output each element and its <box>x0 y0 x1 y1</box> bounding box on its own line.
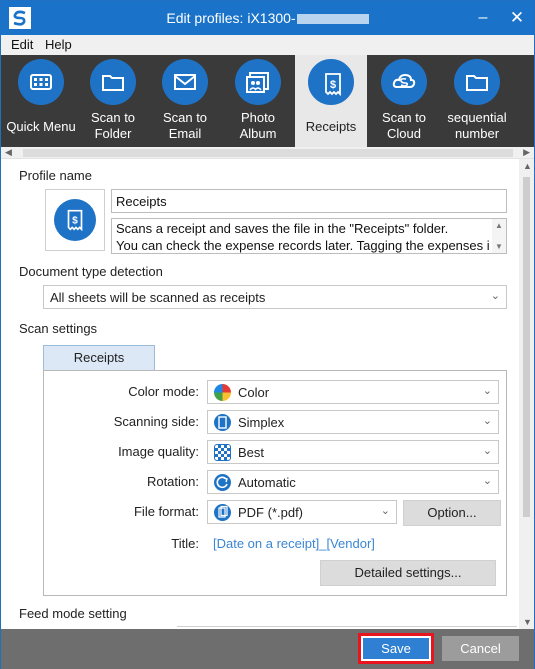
scroll-up-icon[interactable]: ▲ <box>495 221 503 230</box>
document-type-label: Document type detection <box>19 264 163 279</box>
profile-label: Scan to Cloud <box>381 110 427 141</box>
image-quality-value: Best <box>238 445 265 460</box>
profile-label: Receipts <box>305 119 357 134</box>
chevron-down-icon: ⌄ <box>482 445 492 457</box>
scanning-side-dropdown[interactable]: Simplex ⌄ <box>207 410 499 434</box>
document-type-value: All sheets will be scanned as receipts <box>50 290 266 305</box>
simplex-page-icon <box>214 414 231 431</box>
profile-name-label: Profile name <box>19 168 92 183</box>
chevron-down-icon: ⌄ <box>482 475 492 487</box>
receipt-icon: $ <box>308 59 354 105</box>
chevron-down-icon: ⌄ <box>490 290 500 302</box>
option-button[interactable]: Option... <box>403 500 501 526</box>
content-scrollbar[interactable]: ▲ ▼ <box>519 159 534 629</box>
cancel-button[interactable]: Cancel <box>442 636 519 661</box>
profile-quick-menu[interactable]: Quick Menu <box>5 55 77 147</box>
description-line: You can check the expense records later.… <box>116 238 490 253</box>
profile-label: Photo Album <box>239 110 277 141</box>
minimize-button[interactable]: – <box>469 5 497 31</box>
profile-scan-to-email[interactable]: Scan to Email <box>149 55 221 147</box>
scroll-down-icon[interactable]: ▼ <box>523 617 532 627</box>
title-format-link[interactable]: [Date on a receipt]_[Vendor] <box>213 536 375 551</box>
window-title-text: Edit profiles: iX1300- <box>166 10 296 26</box>
redacted-serial <box>296 14 369 25</box>
profile-label: Scan to Email <box>162 110 208 141</box>
save-button-highlight: Save <box>358 633 434 664</box>
profile-photo-album[interactable]: Photo Album <box>222 55 294 147</box>
photo-album-icon <box>235 59 281 105</box>
detailed-settings-button[interactable]: Detailed settings... <box>320 560 496 586</box>
scroll-down-icon[interactable]: ▼ <box>495 242 503 251</box>
feed-mode-label: Feed mode setting <box>19 606 127 621</box>
color-wheel-icon <box>214 384 231 401</box>
chevron-down-icon: ⌄ <box>482 385 492 397</box>
profile-receipts[interactable]: $ Receipts <box>295 55 367 147</box>
scanning-side-value: Simplex <box>238 415 285 430</box>
profile-label: Quick Menu <box>6 119 76 134</box>
close-button[interactable]: ✕ <box>503 5 531 31</box>
folder-icon <box>90 59 136 105</box>
quality-checker-icon <box>214 444 231 461</box>
profile-sequential-number[interactable]: sequential number <box>441 55 513 147</box>
image-quality-label: Image quality: <box>118 444 199 459</box>
rotate-icon <box>214 474 231 491</box>
file-format-label: File format: <box>133 504 199 519</box>
file-format-dropdown[interactable]: PDF (*.pdf) ⌄ <box>207 500 397 524</box>
image-quality-dropdown[interactable]: Best ⌄ <box>207 440 499 464</box>
tab-receipts[interactable]: Receipts <box>43 345 155 371</box>
rotation-label: Rotation: <box>146 474 199 489</box>
color-mode-label: Color mode: <box>128 384 199 399</box>
profile-description-field[interactable]: Scans a receipt and saves the file in th… <box>111 218 507 254</box>
profile-description-text: Scans a receipt and saves the file in th… <box>116 220 490 253</box>
scroll-left-icon[interactable]: ◀ <box>5 147 12 158</box>
grid-icon <box>18 59 64 105</box>
color-mode-dropdown[interactable]: Color ⌄ <box>207 380 499 404</box>
title-bar: Edit profiles: iX1300- – ✕ <box>1 1 534 35</box>
rotation-dropdown[interactable]: Automatic ⌄ <box>207 470 499 494</box>
cloud-icon <box>381 59 427 105</box>
profile-scan-to-folder[interactable]: Scan to Folder <box>77 55 149 147</box>
window-title: Edit profiles: iX1300- <box>1 10 534 26</box>
folder-icon <box>454 59 500 105</box>
scanning-side-label: Scanning side: <box>113 414 199 429</box>
pdf-file-icon <box>214 504 231 521</box>
menu-help[interactable]: Help <box>45 37 72 52</box>
description-line: Scans a receipt and saves the file in th… <box>116 221 449 236</box>
file-format-value: PDF (*.pdf) <box>238 505 304 520</box>
description-scrollbar[interactable]: ▲ ▼ <box>492 219 506 253</box>
receipt-icon: $ <box>54 199 96 241</box>
scrollbar-thumb[interactable] <box>523 177 530 517</box>
document-type-dropdown[interactable]: All sheets will be scanned as receipts ⌄ <box>43 285 507 309</box>
rotation-value: Automatic <box>238 475 296 490</box>
scroll-right-icon[interactable]: ▶ <box>523 147 530 158</box>
color-mode-value: Color <box>238 385 270 400</box>
chevron-down-icon: ⌄ <box>380 505 390 517</box>
svg-text:$: $ <box>330 79 336 91</box>
profile-name-input[interactable] <box>111 189 507 213</box>
scroll-up-icon[interactable]: ▲ <box>523 161 532 171</box>
envelope-icon <box>162 59 208 105</box>
scrollbar-thumb[interactable] <box>23 149 513 157</box>
profile-ribbon: Quick Menu Scan to Folder Scan to Email … <box>1 55 534 147</box>
title-label: Title: <box>171 536 199 551</box>
menu-bar: Edit Help <box>1 35 534 55</box>
scan-settings-label: Scan settings <box>19 321 98 336</box>
profile-scan-to-cloud[interactable]: Scan to Cloud <box>368 55 440 147</box>
ribbon-scrollbar[interactable]: ◀ ▶ <box>1 147 534 159</box>
edit-profiles-window: Edit profiles: iX1300- – ✕ Edit Help Qui… <box>0 0 535 669</box>
svg-text:$: $ <box>72 216 78 227</box>
profile-label: sequential number <box>447 110 507 141</box>
chevron-down-icon: ⌄ <box>482 415 492 427</box>
save-button[interactable]: Save <box>363 638 429 659</box>
profile-icon-button[interactable]: $ <box>45 189 105 251</box>
menu-edit[interactable]: Edit <box>11 37 33 52</box>
profile-label: Scan to Folder <box>90 110 136 141</box>
